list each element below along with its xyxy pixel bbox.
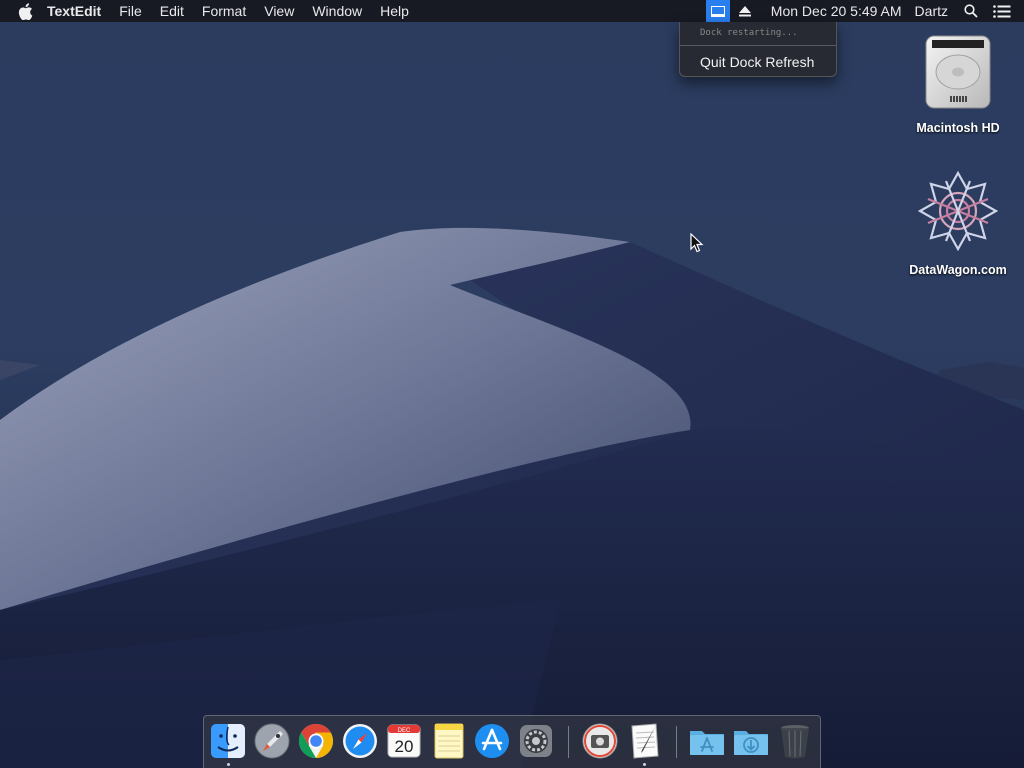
running-indicator	[227, 763, 230, 766]
dock-downloads-stack[interactable]	[732, 721, 770, 761]
dock-divider	[676, 726, 677, 758]
dock-chrome[interactable]	[297, 721, 335, 761]
eject-icon[interactable]	[734, 0, 756, 22]
calendar-icon: DEC 20	[387, 724, 421, 758]
calendar-day: 20	[395, 737, 414, 756]
dock-divider	[568, 726, 569, 758]
safari-icon	[343, 724, 377, 758]
textedit-icon	[631, 723, 659, 759]
menu-bar: TextEdit File Edit Format View Window He…	[0, 0, 1024, 22]
desktop-wallpaper	[0, 0, 1024, 768]
mouse-cursor-icon	[690, 233, 704, 253]
system-preferences-icon	[520, 725, 552, 757]
dock-refresh-menu: Dock restarting... Quit Dock Refresh	[679, 22, 837, 77]
applications-folder-icon	[690, 731, 724, 755]
desktop-icon-datawagon[interactable]: DataWagon.com	[903, 168, 1013, 277]
dock-trash[interactable]	[776, 721, 814, 761]
app-store-icon	[475, 724, 509, 758]
dock: DEC 20	[203, 715, 821, 768]
dock-screenshot[interactable]	[581, 721, 619, 761]
hard-drive-icon	[925, 35, 991, 109]
running-indicator	[643, 763, 646, 766]
menu-help[interactable]: Help	[371, 0, 418, 22]
datawagon-logo-icon	[917, 170, 999, 252]
dock-system-preferences[interactable]	[517, 721, 555, 761]
desktop-icon-macintosh-hd[interactable]: Macintosh HD	[903, 32, 1013, 135]
app-menu-textedit[interactable]: TextEdit	[38, 0, 110, 22]
launchpad-icon	[254, 723, 290, 759]
chrome-icon	[299, 724, 333, 758]
apple-menu-icon[interactable]	[18, 0, 34, 22]
dock-safari[interactable]	[341, 721, 379, 761]
dock-app-store[interactable]	[473, 721, 511, 761]
spotlight-icon[interactable]	[960, 0, 982, 22]
screenshot-icon	[582, 723, 618, 759]
notification-center-icon[interactable]	[990, 0, 1014, 22]
dock-textedit[interactable]	[625, 721, 663, 761]
menu-edit[interactable]: Edit	[151, 0, 193, 22]
menu-format[interactable]: Format	[193, 0, 255, 22]
menu-view[interactable]: View	[255, 0, 303, 22]
menu-file[interactable]: File	[110, 0, 151, 22]
menu-window[interactable]: Window	[303, 0, 371, 22]
menubar-clock[interactable]: Mon Dec 20 5:49 AM	[766, 3, 907, 19]
quit-dock-refresh-item[interactable]: Quit Dock Refresh	[700, 54, 814, 70]
calendar-month: DEC	[398, 728, 411, 734]
dock-status-text: Dock restarting...	[700, 28, 798, 38]
dock-notes[interactable]	[429, 721, 467, 761]
desktop-icon-label: Macintosh HD	[916, 121, 1000, 135]
downloads-folder-icon	[734, 731, 768, 755]
dock-calendar[interactable]: DEC 20	[385, 721, 423, 761]
desktop-icon-label: DataWagon.com	[909, 263, 1007, 277]
trash-icon	[781, 725, 809, 759]
menu-separator	[680, 45, 836, 46]
dock-applications-stack[interactable]	[688, 721, 726, 761]
finder-icon	[211, 724, 245, 758]
dock-finder[interactable]	[209, 721, 247, 761]
menubar-user[interactable]: Dartz	[907, 3, 960, 19]
notes-icon	[434, 723, 464, 759]
dock-launchpad[interactable]	[253, 721, 291, 761]
dock-refresh-icon[interactable]	[705, 0, 730, 22]
